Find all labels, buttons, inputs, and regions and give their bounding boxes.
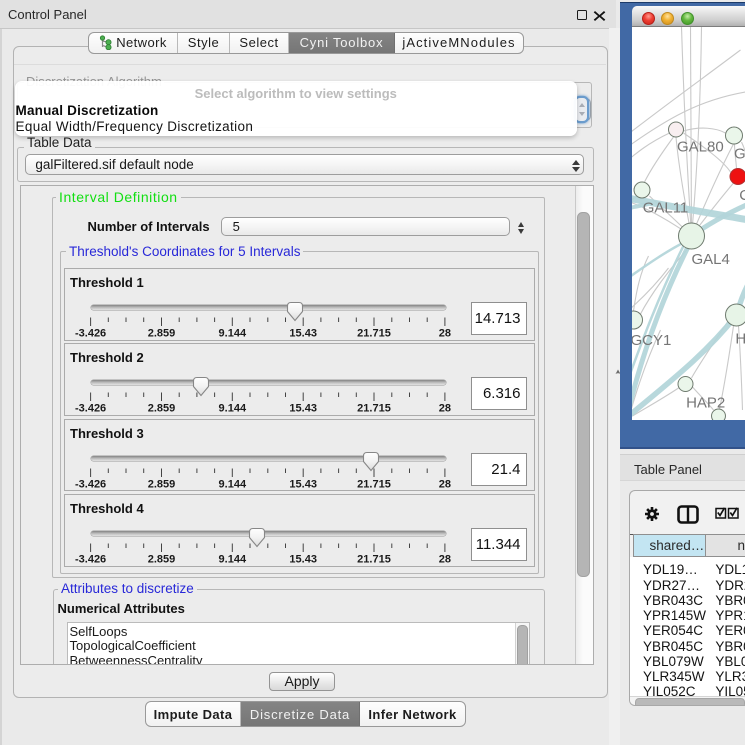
svg-text:GAL80: GAL80: [677, 139, 724, 156]
svg-text:GAL4: GAL4: [691, 251, 729, 268]
svg-text:2.859: 2.859: [148, 478, 176, 490]
svg-text:-3.426: -3.426: [75, 403, 106, 415]
svg-text:2.859: 2.859: [148, 328, 176, 340]
svg-text:HAP2: HAP2: [686, 395, 725, 412]
svg-text:GAL: GAL: [734, 146, 745, 163]
svg-text:9.144: 9.144: [219, 554, 247, 566]
svg-text:-3.426: -3.426: [75, 328, 106, 340]
svg-text:H: H: [735, 331, 745, 348]
svg-text:9.144: 9.144: [219, 478, 247, 490]
svg-text:C: C: [739, 187, 745, 204]
svg-text:15.43: 15.43: [289, 328, 317, 340]
svg-text:9.144: 9.144: [219, 328, 247, 340]
svg-text:15.43: 15.43: [289, 478, 317, 490]
svg-text:-3.426: -3.426: [75, 554, 106, 566]
svg-text:21.715: 21.715: [357, 554, 391, 566]
svg-text:28: 28: [439, 403, 451, 415]
svg-text:15.43: 15.43: [289, 554, 317, 566]
svg-text:2.859: 2.859: [148, 403, 176, 415]
svg-text:21.715: 21.715: [357, 478, 391, 490]
svg-text:2.859: 2.859: [148, 554, 176, 566]
svg-text:28: 28: [439, 328, 451, 340]
svg-text:28: 28: [439, 554, 451, 566]
svg-text:15.43: 15.43: [289, 403, 317, 415]
svg-text:GCY1: GCY1: [632, 332, 671, 349]
svg-text:21.715: 21.715: [357, 403, 391, 415]
svg-text:28: 28: [439, 478, 451, 490]
svg-text:GAL11: GAL11: [642, 200, 688, 217]
svg-text:-3.426: -3.426: [75, 478, 106, 490]
svg-text:9.144: 9.144: [219, 403, 247, 415]
svg-text:21.715: 21.715: [357, 328, 391, 340]
